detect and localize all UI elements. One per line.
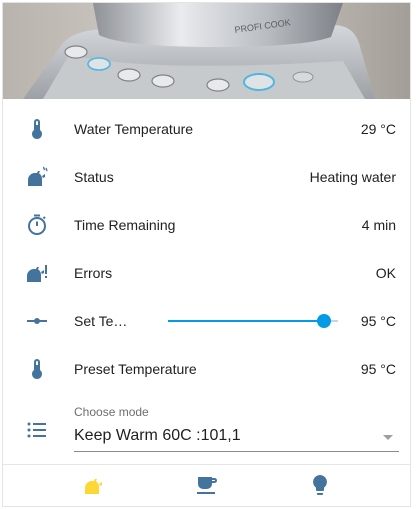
time-remaining-label: Time Remaining bbox=[74, 217, 176, 233]
format-list-bulleted-icon bbox=[25, 418, 49, 442]
preset-temperature-label: Preset Temperature bbox=[74, 361, 197, 377]
lightbulb-icon bbox=[313, 475, 327, 495]
kettle-image: PROFI COOK bbox=[3, 3, 410, 99]
set-temperature-value: 95 °C bbox=[360, 313, 396, 329]
ray-vertex-icon bbox=[25, 309, 49, 333]
preset-temperature-row[interactable]: Preset Temperature 95 °C bbox=[3, 345, 410, 393]
mode-select[interactable]: Keep Warm 60C :101,1 bbox=[74, 423, 399, 452]
kettle-alert-icon bbox=[25, 261, 49, 285]
mode-select-value: Keep Warm 60C :101,1 bbox=[74, 427, 241, 444]
errors-value: OK bbox=[375, 265, 396, 281]
lightbulb-button[interactable] bbox=[308, 473, 332, 497]
footer-divider bbox=[3, 464, 410, 465]
time-remaining-row[interactable]: Time Remaining 4 min bbox=[3, 201, 410, 249]
errors-label: Errors bbox=[74, 265, 113, 281]
timer-icon bbox=[25, 213, 49, 237]
dropdown-arrow-icon[interactable] bbox=[383, 435, 393, 440]
coffee-button[interactable] bbox=[195, 473, 219, 497]
water-temperature-label: Water Temperature bbox=[74, 121, 194, 137]
set-temperature-row: Set Te… 95 °C bbox=[3, 297, 410, 345]
status-row[interactable]: Status Heating water bbox=[3, 153, 410, 201]
errors-row[interactable]: Errors OK bbox=[3, 249, 410, 297]
set-temperature-slider[interactable] bbox=[168, 314, 338, 328]
entities-card: PROFI COOK Water Temperature 29 °C Statu… bbox=[2, 2, 411, 507]
kettle-steam-icon bbox=[25, 165, 49, 189]
kettle-icon bbox=[85, 479, 102, 494]
slider-handle[interactable] bbox=[317, 314, 332, 328]
preset-temperature-value: 95 °C bbox=[360, 361, 396, 377]
thermometer-icon bbox=[25, 117, 49, 141]
slider-fill bbox=[168, 320, 325, 322]
kettle-button[interactable] bbox=[82, 473, 106, 497]
water-temperature-row[interactable]: Water Temperature 29 °C bbox=[3, 105, 410, 153]
status-label: Status bbox=[74, 169, 114, 185]
time-remaining-value: 4 min bbox=[361, 217, 396, 233]
thermometer-icon bbox=[25, 357, 49, 381]
mode-select-label: Choose mode bbox=[74, 405, 149, 419]
set-temperature-label: Set Te… bbox=[74, 313, 128, 329]
water-temperature-value: 29 °C bbox=[360, 121, 396, 137]
status-value: Heating water bbox=[309, 169, 396, 185]
coffee-icon bbox=[197, 477, 217, 494]
